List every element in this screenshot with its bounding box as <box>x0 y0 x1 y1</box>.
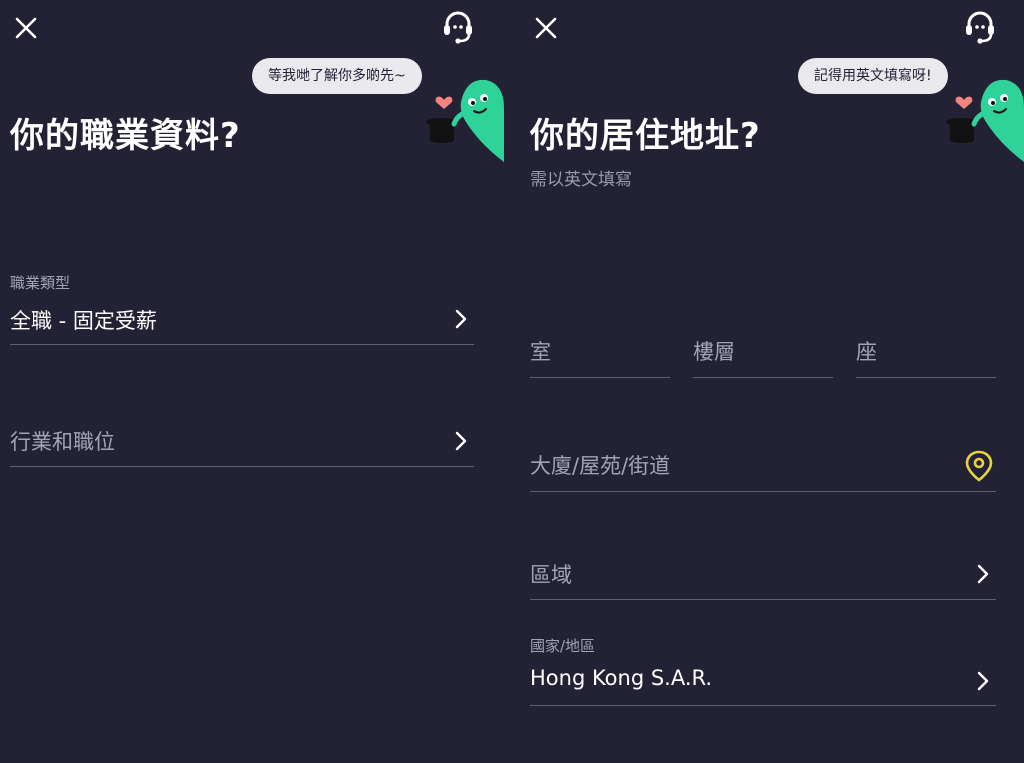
heart-icon <box>435 96 453 109</box>
divider <box>530 377 670 378</box>
mascot-speech-bubble: 等我哋了解你多啲先~ <box>252 58 422 94</box>
divider <box>10 344 474 345</box>
divider <box>10 466 474 467</box>
mascot-illustration <box>422 78 504 166</box>
divider <box>530 491 996 492</box>
district-placeholder: 區域 <box>530 563 572 587</box>
flat-placeholder: 室 <box>530 340 551 364</box>
divider <box>693 377 833 378</box>
floor-placeholder: 樓層 <box>693 340 735 364</box>
headset-icon[interactable] <box>964 10 996 46</box>
block-placeholder: 座 <box>856 340 877 364</box>
occupation-screen: 等我哋了解你多啲先~ 你的職業資料? 職業類型 全職 - 固定受薪 行業和職位 <box>0 0 510 763</box>
address-screen: 記得用英文填寫呀! 你的居住地址? 需以英文填寫 室 樓層 座 大廈/屋苑/街道… <box>520 0 1024 763</box>
industry-position-placeholder: 行業和職位 <box>10 430 115 454</box>
chevron-right-icon <box>454 430 468 452</box>
page-title: 你的職業資料? <box>10 116 241 156</box>
mascot-illustration <box>942 78 1024 166</box>
country-label: 國家/地區 <box>530 637 596 655</box>
page-subtitle: 需以英文填寫 <box>530 170 632 190</box>
building-placeholder: 大廈/屋苑/街道 <box>530 454 671 478</box>
close-icon[interactable] <box>12 14 40 42</box>
divider <box>530 599 996 600</box>
divider <box>530 705 996 706</box>
country-value: Hong Kong S.A.R. <box>530 666 713 690</box>
headset-icon[interactable] <box>442 10 474 46</box>
heart-icon <box>955 96 973 109</box>
chevron-right-icon <box>976 563 990 585</box>
close-icon[interactable] <box>532 14 560 42</box>
divider <box>856 377 996 378</box>
page-title: 你的居住地址? <box>530 116 761 156</box>
employment-type-value: 全職 - 固定受薪 <box>10 309 157 333</box>
chevron-right-icon <box>976 670 990 692</box>
employment-type-label: 職業類型 <box>10 274 71 292</box>
mascot-speech-bubble: 記得用英文填寫呀! <box>798 58 948 94</box>
location-pin-icon[interactable] <box>965 450 993 482</box>
chevron-right-icon <box>454 308 468 330</box>
